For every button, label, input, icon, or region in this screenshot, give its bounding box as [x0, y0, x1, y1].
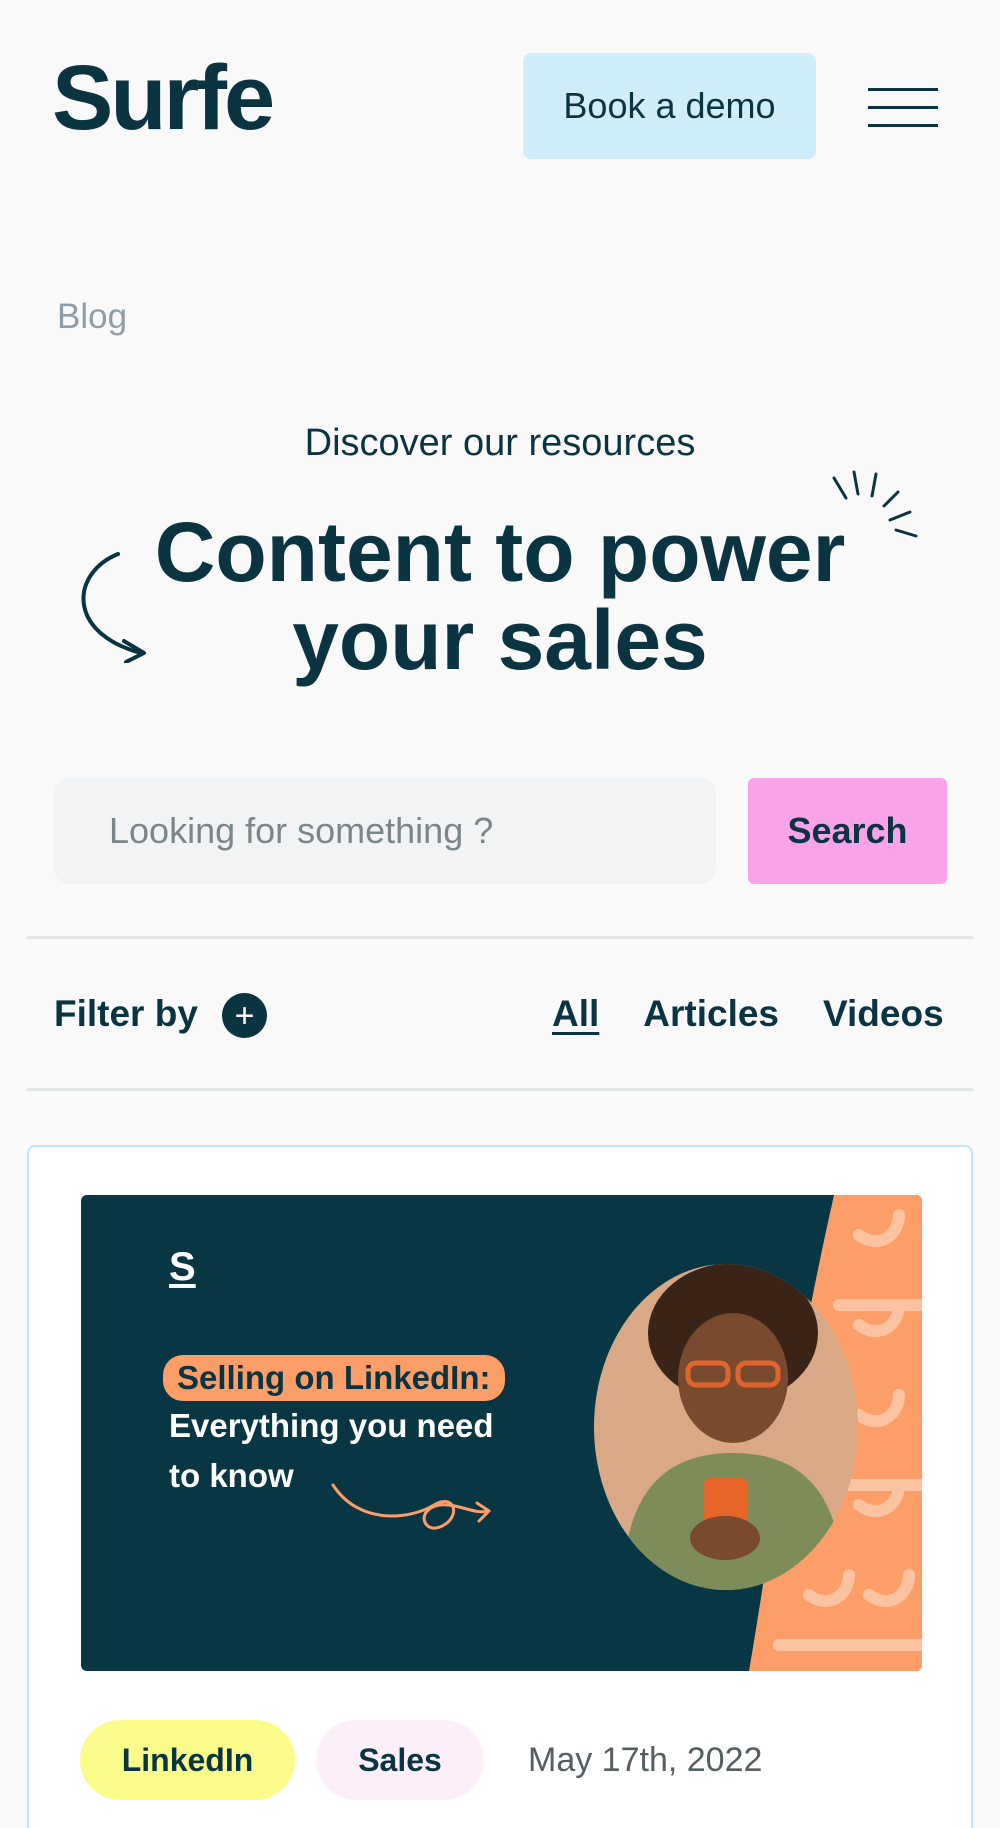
surfe-logo[interactable]: Surfe [52, 52, 275, 144]
squiggle-arrow-icon [331, 1483, 491, 1530]
site-header: Surfe Book a demo [0, 0, 1000, 220]
hero-eyebrow: Discover our resources [304, 422, 696, 464]
tag-linkedin[interactable]: LinkedIn [80, 1720, 295, 1800]
woman-with-phone-photo [594, 1264, 858, 1590]
tab-all[interactable]: All [552, 993, 599, 1035]
tag-sales[interactable]: Sales [316, 1720, 484, 1800]
breadcrumb[interactable]: Blog [57, 297, 127, 337]
content-type-tabs: All Articles Videos [552, 993, 944, 1035]
thumbnail-text-line-2: to know [169, 1457, 294, 1494]
divider-bottom [27, 1088, 973, 1091]
filter-label[interactable]: Filter by [54, 993, 198, 1035]
thumbnail-logo: S [169, 1245, 196, 1289]
search-field-wrapper [54, 778, 716, 884]
title-line-1: Content to power [154, 505, 846, 599]
search-button[interactable]: Search [748, 778, 947, 884]
tab-videos[interactable]: Videos [823, 993, 944, 1035]
post-thumbnail[interactable]: S Selling on LinkedIn: Everything you ne… [81, 1195, 922, 1671]
curved-arrow-icon [81, 552, 146, 663]
search-input[interactable] [54, 778, 716, 884]
post-date: May 17th, 2022 [528, 1741, 763, 1779]
book-demo-button[interactable]: Book a demo [523, 53, 816, 159]
tab-articles[interactable]: Articles [643, 993, 779, 1035]
thumbnail-highlight-text: Selling on LinkedIn: [163, 1355, 505, 1401]
thumbnail-text-line-1: Everything you need [169, 1407, 494, 1444]
hamburger-menu-icon[interactable] [868, 88, 938, 128]
title-line-2: your sales [292, 593, 708, 687]
sparkle-lines-icon [832, 470, 918, 538]
divider-top [27, 936, 973, 939]
filter-plus-icon[interactable]: + [222, 993, 267, 1038]
